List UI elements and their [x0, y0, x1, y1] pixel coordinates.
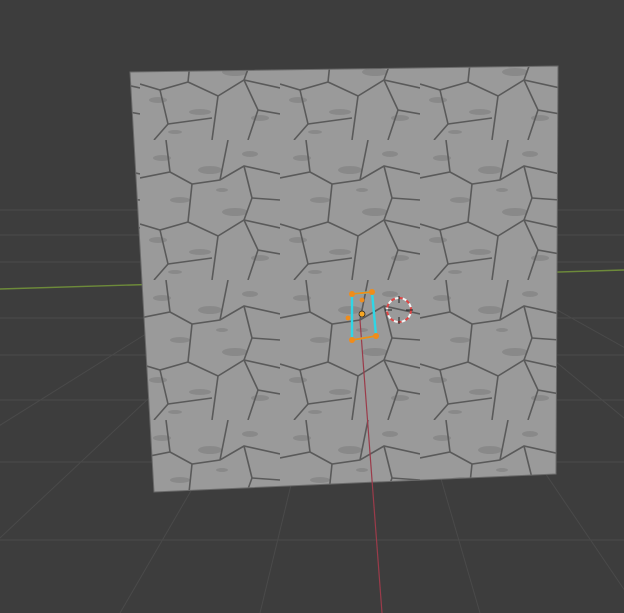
viewport-canvas[interactable] — [0, 0, 624, 613]
vertex[interactable] — [349, 291, 355, 297]
origin-point-icon — [358, 310, 366, 318]
vertex[interactable] — [345, 315, 351, 321]
vertex[interactable] — [369, 289, 375, 295]
3d-viewport[interactable] — [0, 0, 624, 613]
mesh-plane[interactable] — [129, 65, 559, 493]
vertex[interactable] — [373, 333, 379, 339]
vertex[interactable] — [349, 337, 355, 343]
vertex[interactable] — [359, 297, 365, 303]
